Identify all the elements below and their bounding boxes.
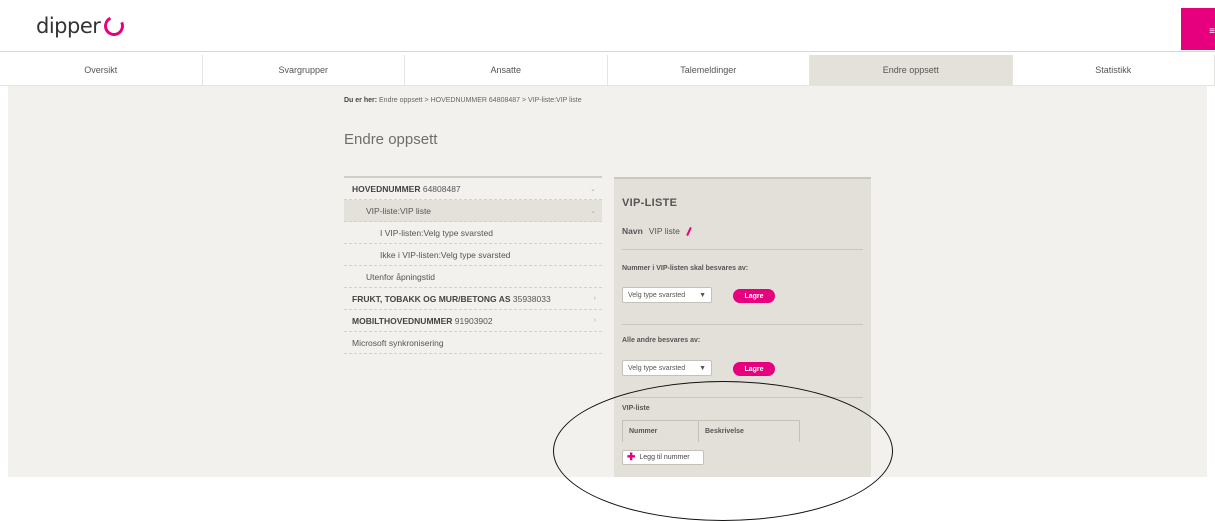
panel-title: VIP-LISTE [622,197,677,209]
navn-value: VIP liste [649,226,680,236]
breadcrumb: Du er her: Endre oppsett > HOVEDNUMMER 6… [344,97,582,104]
tab-statistikk[interactable]: Statistikk [1013,55,1215,85]
tree-item-text: 91903902 [452,316,492,326]
tree-item-text: 35938033 [511,294,551,304]
plus-icon: ✚ [627,452,635,463]
dropdown-arrow-icon: ▼ [699,292,706,299]
vip-panel: VIP-LISTE Navn VIP liste Nummer i VIP-li… [614,177,871,477]
section1-label: Nummer i VIP-listen skal besvares av: [622,265,748,272]
dropdown-arrow-icon: ▼ [699,365,706,372]
divider [622,397,863,398]
tree-item-text: Ikke i VIP-listen:Velg type svarsted [380,250,510,260]
vip-table-header: Nummer Beskrivelse [622,420,800,442]
tree-item-microsoft-synk[interactable]: Microsoft synkronisering [344,332,602,354]
hamburger-icon: ≡ [1209,26,1215,37]
tab-ansatte[interactable]: Ansatte [405,55,608,85]
tab-oversikt[interactable]: Oversikt [0,55,203,85]
setup-tree: HOVEDNUMMER 64808487 ⌄ VIP-liste:VIP lis… [344,176,602,354]
add-number-label: Legg til nummer [639,454,689,461]
save-button-1[interactable]: Lagre [733,289,775,303]
tree-item-frukt-tobakk[interactable]: FRUKT, TOBAKK OG MUR/BETONG AS 35938033 … [344,288,602,310]
breadcrumb-path[interactable]: Endre oppsett > HOVEDNUMMER 64808487 > V… [379,97,582,104]
tree-item-text: Microsoft synkronisering [352,338,444,348]
tree-item-vip-liste[interactable]: VIP-liste:VIP liste ⌄ [344,200,602,222]
section1-select-value: Velg type svarsted [628,292,685,299]
page-title: Endre oppsett [344,131,437,148]
section2-select[interactable]: Velg type svarsted ▼ [622,360,712,376]
column-beskrivelse: Beskrivelse [699,421,799,442]
tab-endre-oppsett[interactable]: Endre oppsett [810,55,1013,85]
divider [622,324,863,325]
chevron-right-icon: › [594,317,596,324]
chevron-down-icon: ⌄ [590,185,596,193]
save-button-2[interactable]: Lagre [733,362,775,376]
tree-item-ikke-i-vip-listen[interactable]: Ikke i VIP-listen:Velg type svarsted [344,244,602,266]
navn-row: Navn VIP liste [622,226,690,236]
tree-item-text: Utenfor åpningstid [366,272,435,282]
tree-item-text: 64808487 [420,184,460,194]
divider [622,249,863,250]
tree-item-bold: FRUKT, TOBAKK OG MUR/BETONG AS [352,294,511,304]
section2-label: Alle andre besvares av: [622,337,700,344]
chevron-right-icon: › [594,295,596,302]
menu-button[interactable]: ≡ [1181,8,1215,50]
chevron-down-icon: ⌄ [590,207,596,215]
logo[interactable]: dipper [36,14,124,38]
main-nav: Oversikt Svargrupper Ansatte Talemelding… [0,55,1215,86]
tree-item-mobilthovednummer[interactable]: MOBILTHOVEDNUMMER 91903902 › [344,310,602,332]
tree-item-bold: MOBILTHOVEDNUMMER [352,316,452,326]
tree-item-hovednummer[interactable]: HOVEDNUMMER 64808487 ⌄ [344,178,602,200]
tree-item-i-vip-listen[interactable]: I VIP-listen:Velg type svarsted [344,222,602,244]
tree-item-bold: HOVEDNUMMER [352,184,420,194]
tree-item-utenfor-apningstid[interactable]: Utenfor åpningstid [344,266,602,288]
tab-talemeldinger[interactable]: Talemeldinger [608,55,811,85]
pencil-icon[interactable] [686,226,692,235]
navn-label: Navn [622,226,643,236]
breadcrumb-prefix: Du er her: [344,97,377,104]
logo-text: dipper [36,14,100,38]
tab-svargrupper[interactable]: Svargrupper [203,55,406,85]
vip-list-label: VIP-liste [622,405,650,412]
tree-item-text: I VIP-listen:Velg type svarsted [380,228,493,238]
add-number-button[interactable]: ✚ Legg til nummer [622,450,704,465]
section1-select[interactable]: Velg type svarsted ▼ [622,287,712,303]
section2-select-value: Velg type svarsted [628,365,685,372]
header: dipper ≡ [0,0,1215,52]
column-nummer: Nummer [623,421,699,442]
main-content: Du er her: Endre oppsett > HOVEDNUMMER 6… [8,86,1207,477]
tree-item-text: VIP-liste:VIP liste [366,206,431,216]
logo-ring-icon [102,13,128,39]
